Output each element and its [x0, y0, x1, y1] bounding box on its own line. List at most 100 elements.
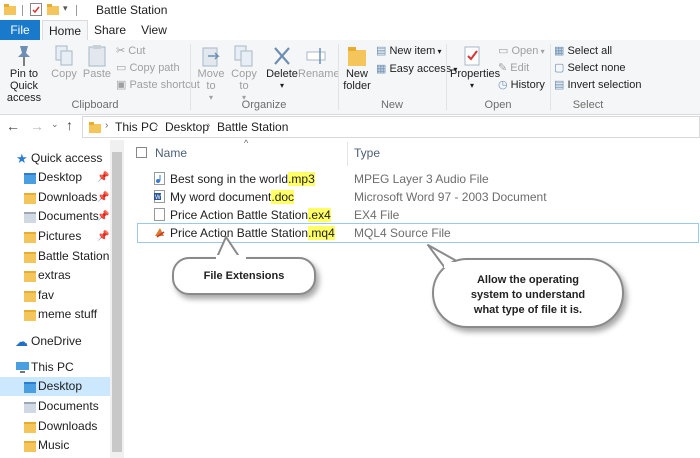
sidebar-item-battle-station[interactable]: Battle Station: [0, 247, 110, 266]
paste-button[interactable]: Paste: [82, 44, 112, 80]
callout-explanation: Allow the operating system to understand…: [432, 258, 624, 328]
audio-file-icon: [154, 172, 165, 185]
column-header-name[interactable]: Name: [155, 146, 187, 160]
desktop-folder-icon: [24, 173, 36, 184]
file-name: Price Action Battle Station.mq4: [170, 224, 335, 242]
history-icon: ◷: [498, 79, 511, 91]
copy-to-button[interactable]: Copy to ▾: [229, 44, 259, 104]
delete-button[interactable]: Delete ▾: [266, 44, 298, 92]
sidebar-item-pc-music[interactable]: Music: [0, 436, 110, 455]
file-type: EX4 File: [354, 208, 400, 222]
open-button[interactable]: ▭ Open ▾: [498, 44, 545, 58]
sidebar-item-pc-downloads[interactable]: Downloads: [0, 417, 110, 436]
move-to-button[interactable]: Move to ▾: [196, 44, 226, 104]
paste-shortcut-button[interactable]: ▣ Paste shortcut: [116, 78, 200, 92]
pin-quick-access-button[interactable]: Pin to Quick access: [2, 44, 46, 104]
chevron-right-icon[interactable]: ›: [207, 120, 210, 131]
desktop-folder-icon: [24, 382, 36, 393]
sidebar-item-label: fav: [38, 288, 55, 302]
file-name: Best song in the world.mp3: [170, 170, 315, 188]
callout-extensions-text: File Extensions: [203, 270, 285, 282]
sidebar-item-label: Desktop: [38, 170, 83, 184]
select-all-label: Select all: [567, 45, 613, 57]
sidebar-item-meme-stuff[interactable]: meme stuff: [0, 305, 110, 324]
sidebar-item-desktop[interactable]: Desktop 📌: [0, 168, 110, 187]
callout-explanation-text: Allow the operating system to understand…: [470, 274, 586, 316]
sidebar-item-fav[interactable]: fav: [0, 286, 110, 305]
chevron-right-icon[interactable]: ›: [155, 120, 158, 131]
select-none-button[interactable]: ▢ Select none: [554, 61, 626, 75]
select-none-icon: ▢: [554, 62, 568, 74]
copy-path-icon: ▭: [116, 62, 130, 74]
sidebar-item-pictures[interactable]: Pictures 📌: [0, 227, 110, 246]
column-separator[interactable]: [347, 142, 348, 166]
tab-home[interactable]: Home: [42, 20, 88, 40]
ribbon-tabs: File Home Share View: [0, 20, 700, 41]
breadcrumb-battle-station[interactable]: Battle Station: [217, 120, 288, 134]
new-item-button[interactable]: ▤ New item ▾: [376, 44, 442, 58]
sidebar-item-label: Quick access: [31, 151, 103, 165]
recent-locations-icon[interactable]: ⌄: [51, 119, 59, 130]
history-button[interactable]: ◷ History: [498, 78, 545, 92]
folder-icon: [89, 122, 101, 133]
forward-arrow-icon[interactable]: →: [30, 118, 44, 134]
sidebar-item-onedrive[interactable]: ☁ OneDrive: [0, 332, 110, 351]
sidebar-scrollbar-thumb[interactable]: [112, 152, 122, 452]
new-item-label: New item: [389, 45, 436, 57]
chevron-right-icon[interactable]: ›: [105, 120, 108, 131]
new-folder-button[interactable]: New folder: [342, 44, 372, 92]
callout-pointer-join: [444, 262, 466, 268]
cloud-icon: ☁: [15, 334, 28, 349]
documents-folder-icon: [24, 402, 36, 413]
select-all-button[interactable]: ▦ Select all: [554, 44, 612, 58]
sidebar-item-pc-documents[interactable]: Documents: [0, 397, 110, 416]
back-arrow-icon[interactable]: ←: [6, 118, 20, 134]
sidebar-item-label: Downloads: [38, 419, 98, 433]
sort-ascending-icon[interactable]: ^: [244, 138, 248, 148]
sidebar-item-label: Desktop: [38, 379, 83, 393]
sidebar-item-quick-access[interactable]: ★ Quick access: [0, 149, 110, 168]
sidebar-item-documents[interactable]: Documents 📌: [0, 207, 110, 226]
folder-icon: [4, 4, 16, 15]
group-separator: [338, 44, 339, 110]
breadcrumb-this-pc[interactable]: This PC: [115, 120, 158, 134]
rename-button[interactable]: Rename: [298, 44, 340, 80]
file-row[interactable]: W My word document.doc Microsoft Word 97…: [138, 188, 698, 206]
svg-text:W: W: [155, 195, 161, 201]
sidebar-item-extras[interactable]: extras: [0, 266, 110, 285]
properties-label: Properties: [450, 68, 501, 80]
copy-path-button[interactable]: ▭ Copy path: [116, 61, 180, 75]
folder-icon: [24, 310, 36, 321]
file-row[interactable]: Best song in the world.mp3 MPEG Layer 3 …: [138, 170, 698, 188]
new-item-icon: ▤: [376, 45, 390, 57]
sidebar-item-downloads[interactable]: Downloads 📌: [0, 188, 110, 207]
sidebar-item-pc-desktop[interactable]: Desktop: [0, 377, 110, 396]
tab-file[interactable]: File: [0, 20, 40, 40]
sidebar-item-label: Pictures: [38, 229, 82, 243]
sidebar-item-this-pc[interactable]: This PC: [0, 358, 110, 377]
properties-quick-icon[interactable]: [30, 3, 42, 16]
group-open-label: Open: [484, 99, 512, 111]
breadcrumb-desktop[interactable]: Desktop: [165, 120, 209, 134]
select-all-checkbox[interactable]: [136, 147, 147, 158]
file-row[interactable]: Price Action Battle Station.mq4 MQL4 Sou…: [137, 223, 699, 243]
separator: [22, 5, 23, 16]
column-header-type[interactable]: Type: [354, 146, 380, 160]
cut-button[interactable]: ✂ Cut: [116, 44, 145, 58]
copy-button[interactable]: Copy: [50, 44, 78, 80]
copy-to-label: Copy to: [231, 68, 257, 92]
tab-view[interactable]: View: [136, 20, 172, 40]
edit-button[interactable]: ✎ Edit: [498, 61, 529, 75]
address-bar[interactable]: › This PC › Desktop › Battle Station: [82, 116, 700, 138]
new-folder-quick-icon[interactable]: [47, 4, 59, 15]
customize-toolbar-icon[interactable]: ▾: [63, 3, 68, 14]
group-clipboard-label: Clipboard: [71, 99, 119, 111]
up-arrow-icon[interactable]: ↑: [66, 117, 73, 133]
tab-share[interactable]: Share: [92, 20, 128, 40]
invert-selection-button[interactable]: ▤ Invert selection: [554, 78, 641, 92]
new-folder-icon: [348, 47, 366, 66]
file-row[interactable]: Price Action Battle Station.ex4 EX4 File: [138, 206, 698, 224]
properties-button[interactable]: Properties ▾: [450, 44, 501, 92]
edit-label: Edit: [510, 62, 530, 74]
group-select-label: Select: [572, 99, 604, 111]
